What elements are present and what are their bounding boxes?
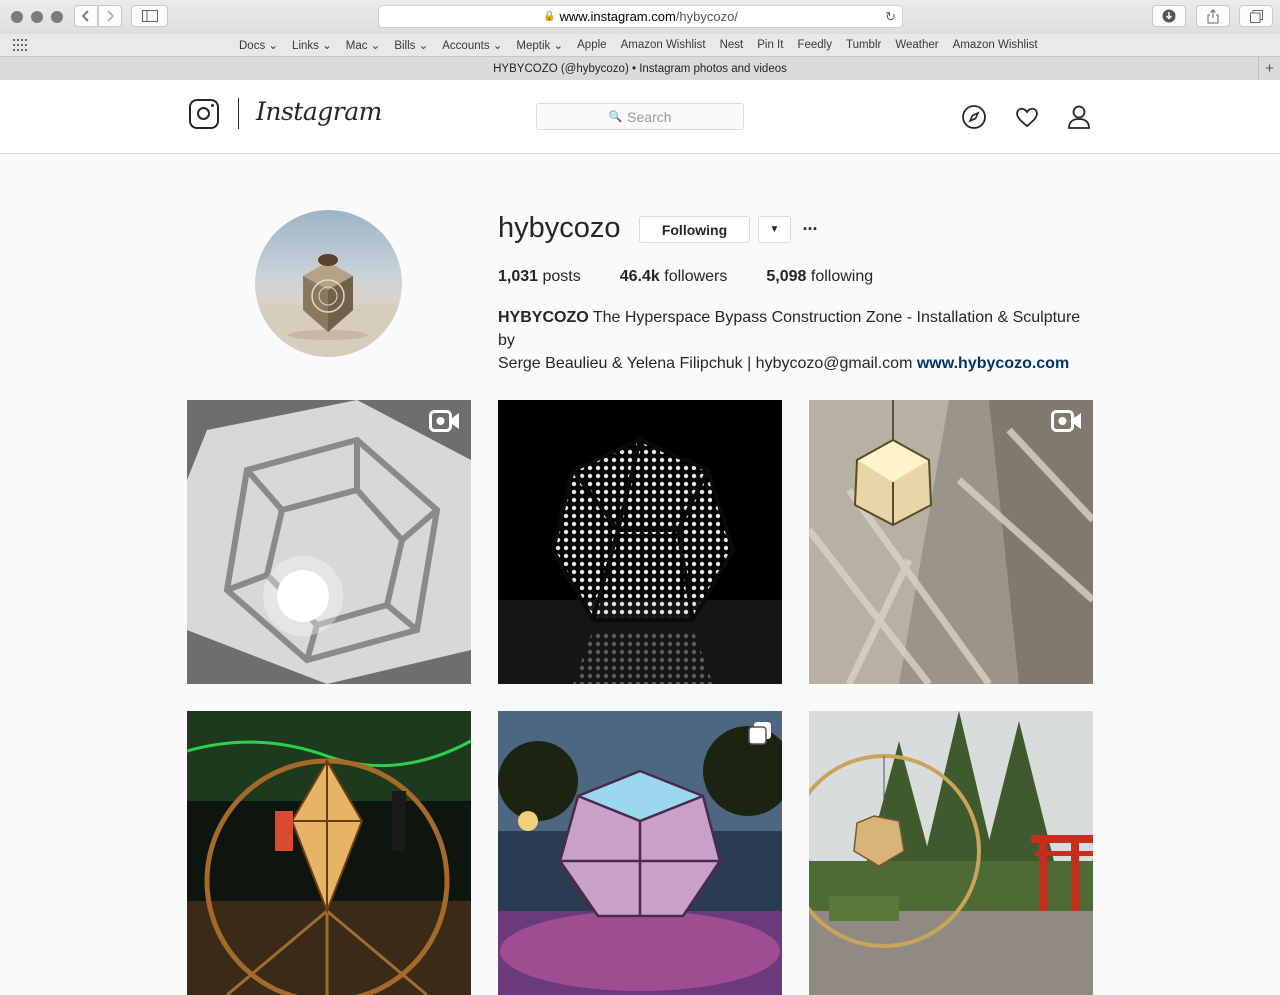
post-thumbnail[interactable] [809,711,1093,995]
sidebar-toggle-button[interactable] [131,5,168,27]
browser-toolbar: 🔒 www.instagram.com/hybycozo/ ↻ [0,0,1280,34]
post-thumbnail[interactable] [809,400,1093,684]
sidebar-icon [141,10,158,22]
bookmark-item[interactable]: Tumblr [846,39,881,51]
bookmark-item[interactable]: Amazon Wishlist [953,39,1038,51]
address-bar[interactable]: 🔒 www.instagram.com/hybycozo/ ↻ [378,5,903,28]
followers-stat[interactable]: 46.4k followers [620,268,728,286]
bookmark-item[interactable]: Nest [720,39,744,51]
post-thumbnail[interactable] [498,400,782,684]
url-path: /hybycozo/ [675,9,738,24]
new-tab-button[interactable]: + [1258,57,1280,80]
suggestions-dropdown-button[interactable]: ▼ [758,216,791,243]
tabs-overview-button[interactable] [1239,5,1273,27]
carousel-badge-icon [748,722,771,745]
post-thumbnail[interactable] [498,711,782,995]
bookmark-item[interactable]: Links ⌄ [292,38,332,52]
reload-icon[interactable]: ↻ [885,9,896,25]
post-image-pink-dodecahedron [498,711,782,995]
post-image-hanging-lamp [809,400,1093,684]
share-button[interactable] [1196,5,1230,27]
close-window-button[interactable] [11,11,23,23]
downloads-button[interactable] [1152,5,1186,27]
plus-icon: + [1265,60,1274,77]
explore-icon[interactable] [961,104,987,130]
lock-icon: 🔒 [543,11,556,22]
instagram-wordmark[interactable]: Instagram [256,97,382,126]
tabs-icon [1249,9,1263,23]
more-options-button[interactable]: ··· [800,216,820,243]
post-thumbnail[interactable] [187,711,471,995]
bookmark-item[interactable]: Amazon Wishlist [621,39,706,51]
search-icon: 🔍 [608,111,623,123]
bookmark-item[interactable]: Pin It [757,39,783,51]
search-placeholder: Search [627,108,672,125]
post-image-garden-night [187,711,471,995]
minimize-window-button[interactable] [31,11,43,23]
chevron-left-icon [82,10,89,22]
following-stat[interactable]: 5,098 following [766,268,873,286]
bio-website-link[interactable]: www.hybycozo.com [917,355,1069,372]
bookmark-item[interactable]: Docs ⌄ [239,38,278,52]
posts-stat: 1,031 posts [498,268,581,285]
bio-line-2: Serge Beaulieu & Yelena Filipchuk | hyby… [498,355,913,372]
video-badge-icon [429,410,459,432]
tab-bar: HYBYCOZO (@hybycozo) • Instagram photos … [0,56,1280,80]
bookmark-item[interactable]: Feedly [797,39,832,51]
post-thumbnail[interactable] [187,400,471,684]
bio-name: HYBYCOZO [498,309,589,326]
url-host: www.instagram.com [559,9,676,24]
instagram-camera-icon[interactable] [189,99,219,129]
avatar[interactable] [255,210,402,357]
post-image-ring-garden [809,711,1093,995]
zoom-window-button[interactable] [51,11,63,23]
post-image-lattice [187,400,471,684]
profile-icon[interactable] [1066,104,1092,130]
post-image-dodecahedron [498,400,782,684]
forward-button[interactable] [98,5,122,27]
bookmark-item[interactable]: Mac ⌄ [346,38,381,52]
bookmarks-bar: Docs ⌄ Links ⌄ Mac ⌄ Bills ⌄ Accounts ⌄ … [0,34,1280,56]
logo-divider [238,98,239,129]
bookmark-item[interactable]: Accounts ⌄ [442,38,502,52]
search-input[interactable]: 🔍 Search [536,103,744,130]
download-icon [1162,9,1176,23]
back-button[interactable] [74,5,98,27]
video-badge-icon [1051,410,1081,432]
heart-icon[interactable] [1014,104,1040,130]
bookmark-item[interactable]: Apple [577,39,606,51]
chevron-right-icon [107,10,114,22]
avatar-sculpture-image [255,254,402,357]
profile-bio: HYBYCOZO The Hyperspace Bypass Construct… [498,306,1098,375]
following-button[interactable]: Following [639,216,750,243]
bookmark-item[interactable]: Weather [895,39,938,51]
bookmark-item[interactable]: Meptik ⌄ [516,38,563,52]
share-icon [1207,8,1219,23]
profile-stats: 1,031 posts 46.4k followers 5,098 follow… [498,268,912,286]
bookmark-item[interactable]: Bills ⌄ [394,38,428,52]
browser-chrome: 🔒 www.instagram.com/hybycozo/ ↻ Docs ⌄ L… [0,0,1280,80]
ellipsis-icon: ··· [802,219,819,239]
caret-down-icon: ▼ [769,224,780,235]
active-tab-title[interactable]: HYBYCOZO (@hybycozo) • Instagram photos … [493,63,787,75]
profile-username: hybycozo [498,212,621,244]
